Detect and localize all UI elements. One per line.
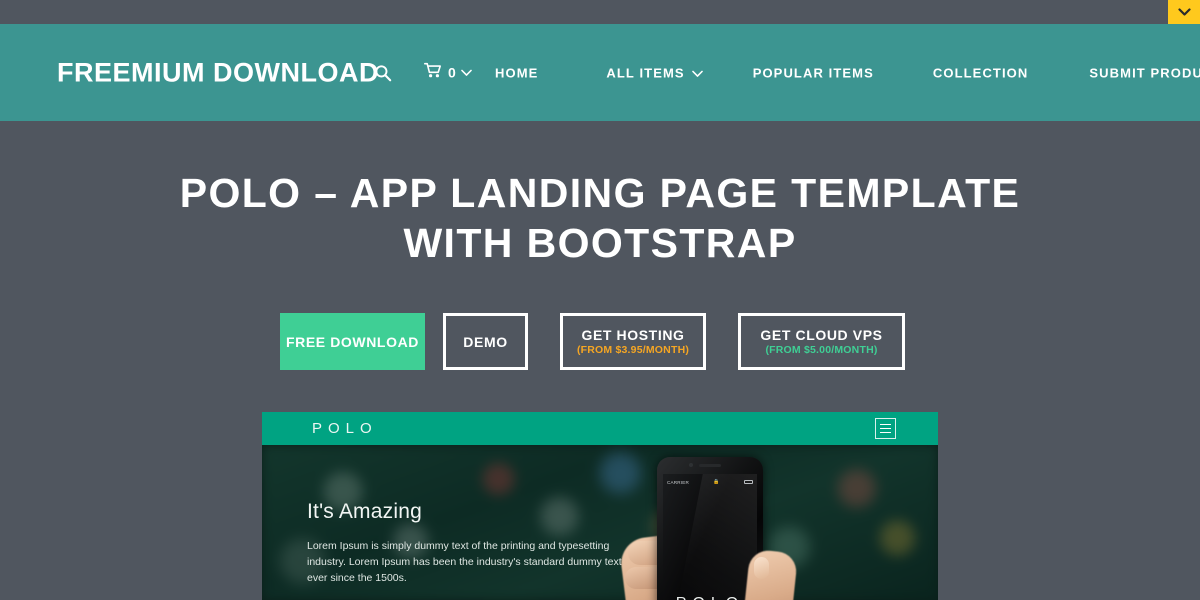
demo-button[interactable]: DEMO xyxy=(443,313,528,370)
free-download-label: FREE DOWNLOAD xyxy=(285,333,419,350)
brand-logo[interactable]: FREEMIUM DOWNLOAD xyxy=(57,57,379,88)
nav-item-submit-product[interactable]: SUBMIT PRODUCT xyxy=(1089,65,1200,80)
get-hosting-button[interactable]: GET HOSTING (FROM $3.95/MONTH) xyxy=(560,313,706,370)
navbar: FREEMIUM DOWNLOAD 0 HOME ALL ITEMS POPUL… xyxy=(0,24,1200,121)
search-icon[interactable] xyxy=(374,64,392,82)
action-buttons: FREE DOWNLOAD DEMO GET HOSTING (FROM $3.… xyxy=(280,313,905,370)
phone-carrier-label: CARRIER xyxy=(667,479,690,485)
phone-speaker xyxy=(699,464,721,467)
phone-status-bar: CARRIER 🔒 xyxy=(667,479,753,485)
chevron-down-icon xyxy=(460,64,472,82)
nav-item-popular-items[interactable]: POPULAR ITEMS xyxy=(753,65,874,80)
cart-icon xyxy=(424,62,443,83)
page-title: POLO – APP LANDING PAGE TEMPLATE WITH BO… xyxy=(0,168,1200,268)
nav-item-label: HOME xyxy=(495,65,539,80)
phone-screen: CARRIER 🔒 POLO xyxy=(663,474,757,600)
get-cloud-vps-price: (FROM $5.00/MONTH) xyxy=(765,343,878,356)
chevron-down-icon xyxy=(1177,7,1191,17)
lock-icon: 🔒 xyxy=(713,479,720,485)
topbar-toggle-button[interactable] xyxy=(1168,0,1200,24)
get-cloud-vps-label: GET CLOUD VPS xyxy=(760,326,883,343)
hand-right-nail xyxy=(754,557,769,579)
page-title-line-2: WITH BOOTSTRAP xyxy=(403,220,797,266)
free-download-button[interactable]: FREE DOWNLOAD xyxy=(280,313,425,370)
nav-links: HOME ALL ITEMS POPULAR ITEMS COLLECTION … xyxy=(495,65,1200,80)
preview-hero: It's Amazing Lorem Ipsum is simply dummy… xyxy=(262,445,938,600)
nav-item-label: ALL ITEMS xyxy=(606,65,685,80)
cart-button[interactable]: 0 xyxy=(424,62,472,83)
nav-item-label: COLLECTION xyxy=(932,65,1029,80)
page-title-line-1: POLO – APP LANDING PAGE TEMPLATE xyxy=(179,170,1021,216)
chevron-down-icon xyxy=(691,65,703,80)
preview-logo: POLO xyxy=(312,420,378,437)
get-hosting-label: GET HOSTING xyxy=(581,326,685,343)
nav-item-label: POPULAR ITEMS xyxy=(752,65,874,80)
nav-item-collection[interactable]: COLLECTION xyxy=(933,65,1029,80)
nav-item-all-items[interactable]: ALL ITEMS xyxy=(606,65,703,80)
preview-navbar: POLO xyxy=(262,412,938,445)
get-cloud-vps-button[interactable]: GET CLOUD VPS (FROM $5.00/MONTH) xyxy=(738,313,905,370)
phone-screen-logo: POLO xyxy=(663,595,757,600)
battery-icon xyxy=(744,479,753,485)
nav-item-home[interactable]: HOME xyxy=(495,65,538,80)
nav-item-label: SUBMIT PRODUCT xyxy=(1089,65,1200,80)
phone-glare xyxy=(667,474,757,600)
template-preview-image[interactable]: POLO It's Amazing Lorem Ipsum is simply … xyxy=(262,412,938,600)
get-hosting-price: (FROM $3.95/MONTH) xyxy=(576,343,690,356)
preview-heading: It's Amazing xyxy=(307,500,422,523)
cart-count: 0 xyxy=(448,64,456,81)
page-root: FREEMIUM DOWNLOAD 0 HOME ALL ITEMS POPUL… xyxy=(0,0,1200,600)
preview-paragraph: Lorem Ipsum is simply dummy text of the … xyxy=(307,540,622,584)
preview-copy: It's Amazing Lorem Ipsum is simply dummy… xyxy=(307,500,637,586)
topbar xyxy=(0,0,1200,24)
phone-camera-icon xyxy=(689,463,693,467)
demo-label: DEMO xyxy=(463,333,508,350)
hamburger-icon[interactable] xyxy=(875,418,896,439)
